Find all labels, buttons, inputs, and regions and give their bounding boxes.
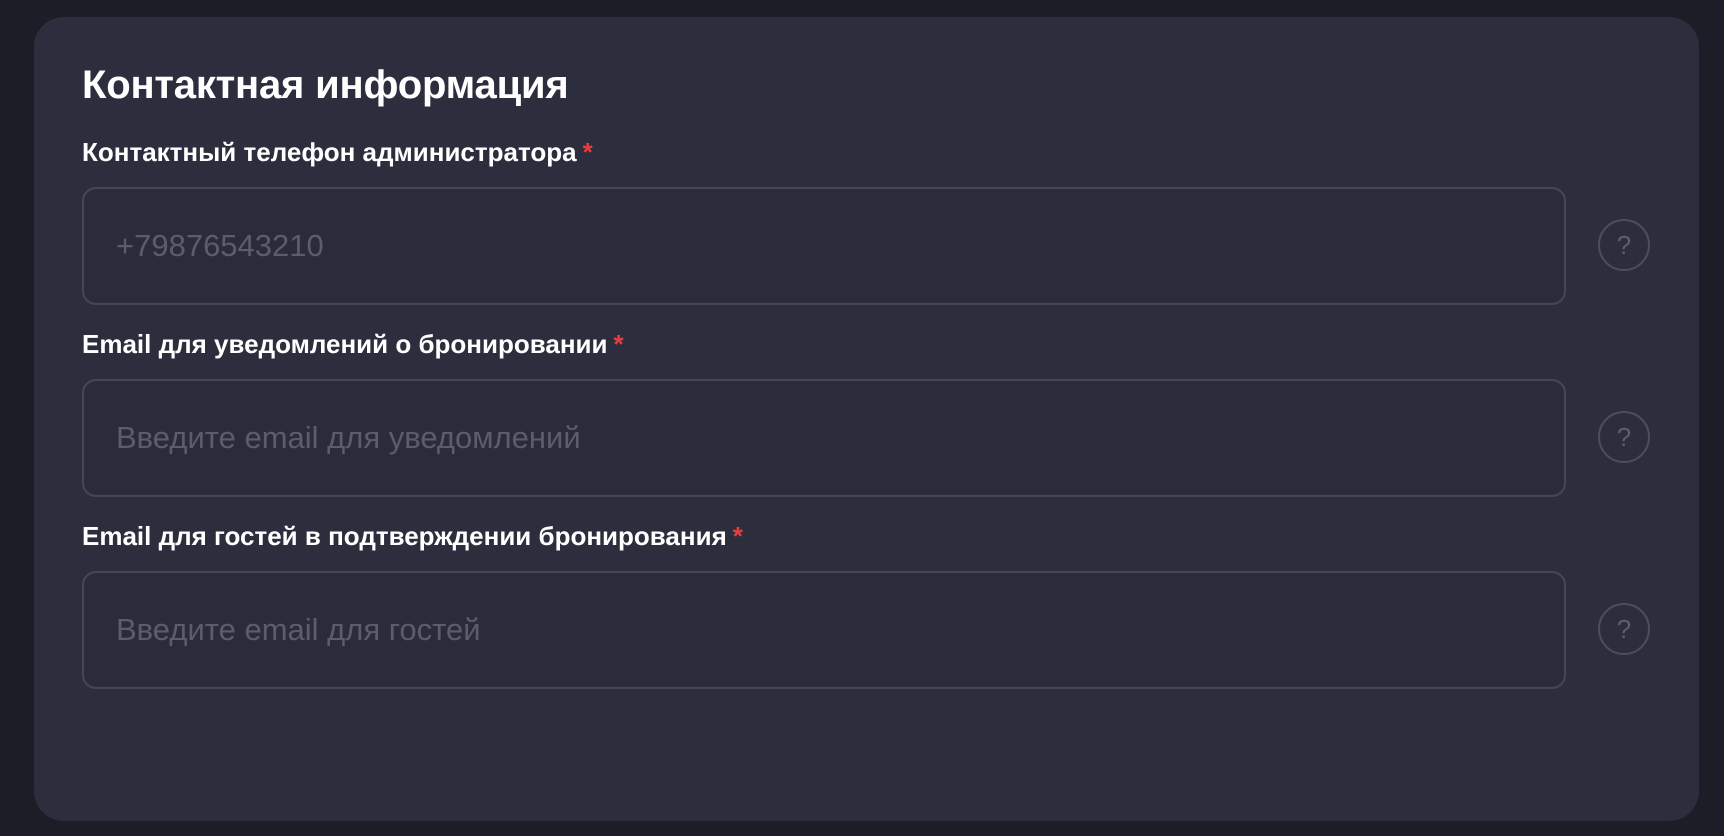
question-mark-icon: ?	[1616, 422, 1632, 452]
guest-confirmation-email-field-group: Email для гостей в подтверждении брониро…	[82, 519, 1672, 689]
booking-notification-email-field-group: Email для уведомлений о бронировании* ?	[82, 327, 1672, 497]
guest-confirmation-email-input[interactable]	[82, 571, 1566, 689]
booking-notification-email-label: Email для уведомлений о бронировании *	[82, 327, 624, 361]
contact-info-card: Контактная информация Контактный телефон…	[34, 17, 1699, 821]
question-mark-icon: ?	[1616, 614, 1632, 644]
booking-notification-email-input[interactable]	[82, 379, 1566, 497]
question-mark-icon: ?	[1616, 230, 1632, 260]
required-mark: *	[613, 329, 624, 359]
required-mark: *	[582, 137, 593, 167]
admin-phone-label-text: Контактный телефон администратора	[82, 137, 577, 167]
booking-notification-email-help-button[interactable]: ?	[1598, 411, 1650, 463]
required-mark: *	[732, 521, 743, 551]
booking-notification-email-label-text: Email для уведомлений о бронировании	[82, 329, 608, 359]
section-title: Контактная информация	[82, 63, 569, 107]
guest-confirmation-email-help-button[interactable]: ?	[1598, 603, 1650, 655]
guest-confirmation-email-label-text: Email для гостей в подтверждении брониро…	[82, 521, 727, 551]
admin-phone-label: Контактный телефон администратора *	[82, 135, 593, 169]
admin-phone-help-button[interactable]: ?	[1598, 219, 1650, 271]
guest-confirmation-email-label: Email для гостей в подтверждении брониро…	[82, 519, 743, 553]
admin-phone-field-group: Контактный телефон администратора* ?	[82, 135, 1672, 305]
admin-phone-input[interactable]	[82, 187, 1566, 305]
